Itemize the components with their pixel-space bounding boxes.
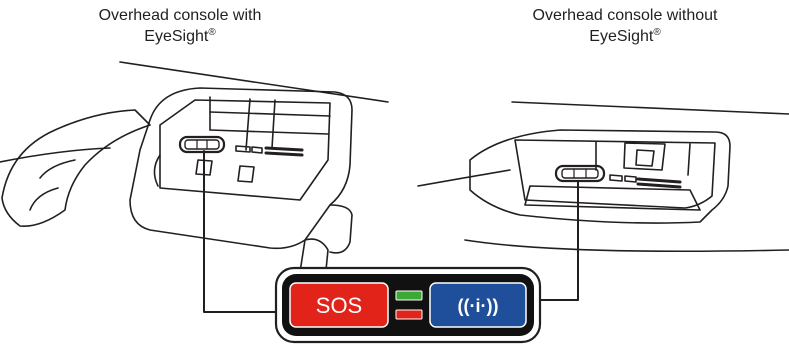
status-led-red — [395, 309, 423, 320]
status-led-green — [395, 290, 423, 301]
button-panel-enlarged: SOS ((·i·)) — [274, 266, 542, 344]
info-telematics-icon: ((·i·)) — [458, 296, 499, 316]
console-with-eyesight — [0, 61, 389, 277]
overhead-console-diagram: SOS ((·i·)) — [0, 61, 789, 344]
info-telematics-button[interactable]: ((·i·)) — [429, 282, 527, 328]
sos-button-location-left — [178, 135, 226, 154]
leader-line-left — [203, 150, 286, 313]
sos-label: SOS — [316, 293, 362, 318]
leader-line-right — [539, 180, 579, 301]
sos-button[interactable]: SOS — [289, 282, 389, 328]
